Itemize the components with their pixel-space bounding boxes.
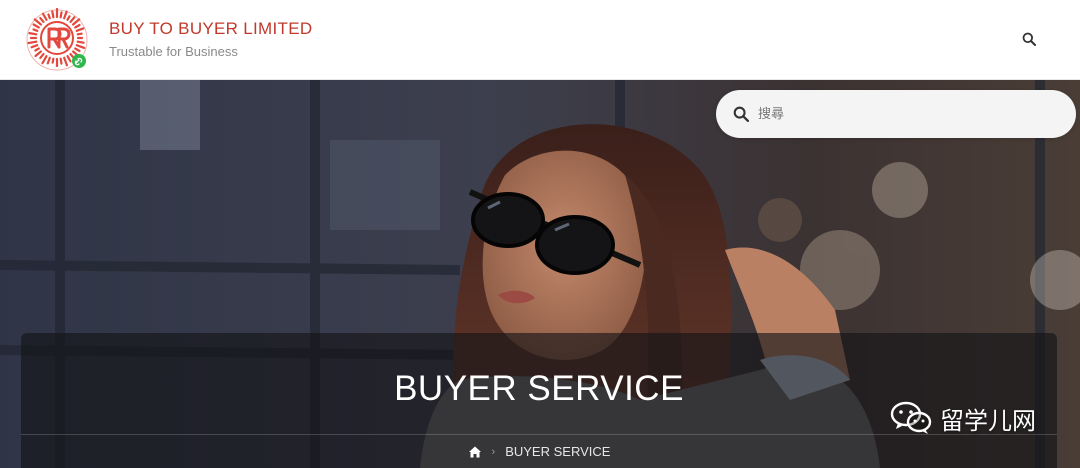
breadcrumb-home-link[interactable]	[468, 445, 482, 459]
logo-ray	[39, 52, 45, 60]
qr-logo-icon	[26, 7, 88, 71]
brand-title[interactable]: BUY TO BUYER LIMITED	[109, 19, 312, 39]
logo-ray	[41, 12, 48, 21]
site-header: BUY TO BUYER LIMITED Trustable for Busin…	[0, 0, 1080, 80]
logo-ray	[41, 55, 48, 65]
logo-ray	[66, 55, 72, 63]
logo-ray	[76, 40, 85, 44]
search-bar[interactable]	[716, 90, 1076, 138]
search-input[interactable]	[758, 100, 1058, 128]
logo-ray	[33, 18, 43, 26]
logo-ray	[30, 44, 39, 49]
site-logo[interactable]	[23, 6, 91, 74]
page: BUY TO BUYER LIMITED Trustable for Busin…	[0, 0, 1080, 468]
hero-banner: BUYER SERVICE › BUYER SERVICE	[0, 80, 1080, 468]
logo-ray	[46, 56, 51, 65]
logo-ray	[66, 15, 71, 21]
logo-ray	[71, 18, 81, 26]
breadcrumb-separator: ›	[491, 445, 496, 458]
logo-ray	[51, 10, 55, 19]
logo-ray	[27, 40, 38, 45]
logo-ray	[47, 13, 51, 20]
search-icon	[1022, 32, 1036, 46]
logo-ray	[39, 16, 45, 24]
home-icon	[468, 446, 481, 457]
logo-ray	[63, 10, 68, 20]
logo-ray	[74, 47, 81, 53]
logo-ray	[74, 23, 81, 29]
logo-ray	[69, 16, 76, 24]
logo-ray	[59, 57, 63, 65]
logo-ray	[75, 27, 85, 32]
logo-ray	[32, 23, 40, 29]
logo-ray	[51, 57, 55, 64]
logo-ray	[28, 32, 38, 36]
watermark: 留学儿网	[890, 396, 1036, 440]
logo-ray	[75, 44, 86, 50]
breadcrumb: › BUYER SERVICE	[21, 444, 1057, 459]
logo-ray	[63, 56, 69, 67]
logo-ray	[59, 11, 63, 19]
search-icon	[733, 106, 749, 122]
brand-tagline: Trustable for Business	[109, 44, 238, 59]
watermark-text: 留学儿网	[940, 406, 1036, 435]
logo-ray	[69, 52, 75, 59]
header-search-button[interactable]	[1018, 28, 1040, 50]
breadcrumb-current: BUYER SERVICE	[505, 444, 611, 459]
logo-ray	[32, 28, 39, 32]
logo-ray	[34, 50, 43, 58]
wechat-icon	[890, 401, 932, 434]
logo-ray	[34, 47, 40, 52]
logo-ray	[76, 32, 83, 36]
